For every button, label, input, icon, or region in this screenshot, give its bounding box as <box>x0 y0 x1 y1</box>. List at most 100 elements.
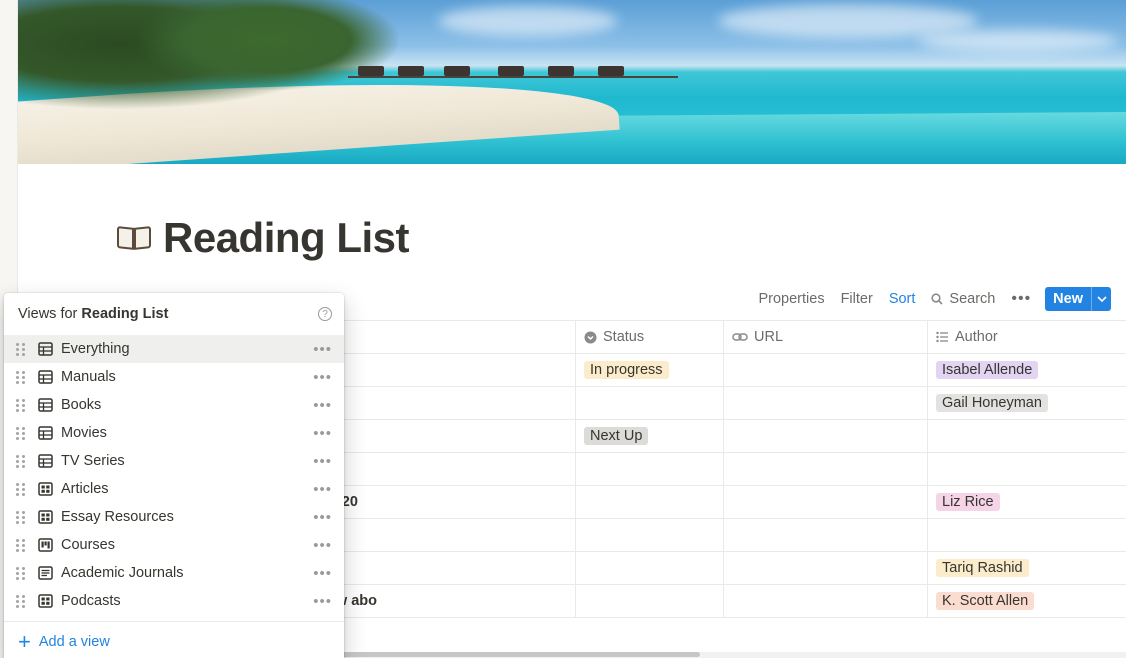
select-property-icon <box>584 331 597 344</box>
help-icon[interactable]: ? <box>318 307 332 321</box>
url-cell[interactable] <box>724 354 928 386</box>
author-tag: K. Scott Allen <box>936 592 1035 610</box>
filter-button[interactable]: Filter <box>841 291 873 307</box>
drag-handle-icon[interactable] <box>16 426 26 440</box>
view-item-label: Movies <box>61 425 107 441</box>
drag-handle-icon[interactable] <box>16 398 26 412</box>
views-popup: Views for Reading List ? Everything ••• Ma… <box>4 293 344 658</box>
properties-button[interactable]: Properties <box>758 291 824 307</box>
more-icon[interactable]: ••• <box>313 369 332 386</box>
view-item-essay-resources[interactable]: Essay Resources ••• <box>4 503 344 531</box>
author-cell[interactable] <box>928 453 1126 485</box>
drag-handle-icon[interactable] <box>16 454 26 468</box>
link-icon <box>732 331 748 343</box>
drag-handle-icon[interactable] <box>16 482 26 496</box>
author-cell[interactable]: Liz Rice <box>928 486 1126 518</box>
new-button-label: New <box>1053 291 1083 307</box>
drag-handle-icon[interactable] <box>16 342 26 356</box>
status-cell[interactable] <box>576 552 724 584</box>
view-item-label: Courses <box>61 537 115 553</box>
author-cell[interactable]: Isabel Allende <box>928 354 1126 386</box>
url-cell[interactable] <box>724 585 928 617</box>
drag-handle-icon[interactable] <box>16 510 26 524</box>
status-tag: In progress <box>584 361 669 379</box>
table-icon <box>38 370 53 384</box>
more-icon[interactable]: ••• <box>313 509 332 526</box>
url-cell[interactable] <box>724 552 928 584</box>
url-cell[interactable] <box>724 486 928 518</box>
author-cell[interactable] <box>928 420 1126 452</box>
url-cell[interactable] <box>724 453 928 485</box>
more-icon[interactable]: ••• <box>313 481 332 498</box>
add-view-button[interactable]: + Add a view <box>4 622 344 658</box>
table-icon <box>38 398 53 412</box>
database-toolbar: Properties Filter Sort Search ••• New <box>742 287 1111 311</box>
author-cell[interactable]: Gail Honeyman <box>928 387 1126 419</box>
author-cell[interactable]: Tariq Rashid <box>928 552 1126 584</box>
author-cell[interactable]: K. Scott Allen <box>928 585 1126 617</box>
view-item-label: Everything <box>61 341 130 357</box>
author-tag: Gail Honeyman <box>936 394 1048 412</box>
view-item-articles[interactable]: Articles ••• <box>4 475 344 503</box>
more-icon[interactable]: ••• <box>313 397 332 414</box>
search-label: Search <box>949 291 996 307</box>
add-view-label: Add a view <box>38 634 110 650</box>
view-item-label: Academic Journals <box>61 565 184 581</box>
new-dropdown-button[interactable] <box>1091 287 1111 311</box>
status-cell[interactable] <box>576 453 724 485</box>
plus-icon: + <box>18 629 31 654</box>
more-options-button[interactable]: ••• <box>1011 290 1031 308</box>
author-tag: Isabel Allende <box>936 361 1039 379</box>
status-cell[interactable] <box>576 519 724 551</box>
view-list: Everything ••• Manuals ••• Books ••• Movies •••… <box>4 335 344 615</box>
board-icon <box>38 538 53 552</box>
more-icon[interactable]: ••• <box>313 341 332 358</box>
search-button[interactable]: Search <box>931 291 995 307</box>
view-item-courses[interactable]: Courses ••• <box>4 531 344 559</box>
view-item-label: Articles <box>61 481 109 497</box>
more-icon[interactable]: ••• <box>313 565 332 582</box>
more-icon[interactable]: ••• <box>313 453 332 470</box>
cover-image[interactable] <box>18 0 1126 164</box>
author-column-label: Author <box>955 329 998 345</box>
url-cell[interactable] <box>724 387 928 419</box>
open-book-icon[interactable] <box>117 223 153 253</box>
more-icon[interactable]: ••• <box>313 593 332 610</box>
status-cell[interactable]: Next Up <box>576 420 724 452</box>
multi-select-icon <box>936 331 949 343</box>
status-cell[interactable] <box>576 387 724 419</box>
author-cell[interactable] <box>928 519 1126 551</box>
status-column-header[interactable]: Status <box>576 321 724 353</box>
status-cell[interactable]: In progress <box>576 354 724 386</box>
view-item-label: TV Series <box>61 453 125 469</box>
url-column-label: URL <box>754 329 784 345</box>
view-item-label: Manuals <box>61 369 116 385</box>
sort-button[interactable]: Sort <box>889 291 916 307</box>
more-icon[interactable]: ••• <box>313 425 332 442</box>
view-item-academic-journals[interactable]: Academic Journals ••• <box>4 559 344 587</box>
author-tag: Liz Rice <box>936 493 1000 511</box>
cloud <box>438 6 618 36</box>
drag-handle-icon[interactable] <box>16 538 26 552</box>
author-column-header[interactable]: Author <box>928 321 1126 353</box>
drag-handle-icon[interactable] <box>16 594 26 608</box>
drag-handle-icon[interactable] <box>16 370 26 384</box>
view-item-books[interactable]: Books ••• <box>4 391 344 419</box>
status-cell[interactable] <box>576 486 724 518</box>
url-cell[interactable] <box>724 420 928 452</box>
page-title[interactable]: Reading List <box>163 214 410 262</box>
author-tag: Tariq Rashid <box>936 559 1029 577</box>
table-icon <box>38 454 53 468</box>
view-item-tv-series[interactable]: TV Series ••• <box>4 447 344 475</box>
view-item-movies[interactable]: Movies ••• <box>4 419 344 447</box>
view-item-manuals[interactable]: Manuals ••• <box>4 363 344 391</box>
url-column-header[interactable]: URL <box>724 321 928 353</box>
drag-handle-icon[interactable] <box>16 566 26 580</box>
more-icon[interactable]: ••• <box>313 537 332 554</box>
new-button[interactable]: New <box>1045 287 1111 311</box>
url-cell[interactable] <box>724 519 928 551</box>
views-popup-db-name: Reading List <box>81 306 169 322</box>
view-item-podcasts[interactable]: Podcasts ••• <box>4 587 344 615</box>
view-item-everything[interactable]: Everything ••• <box>4 335 344 363</box>
status-cell[interactable] <box>576 585 724 617</box>
